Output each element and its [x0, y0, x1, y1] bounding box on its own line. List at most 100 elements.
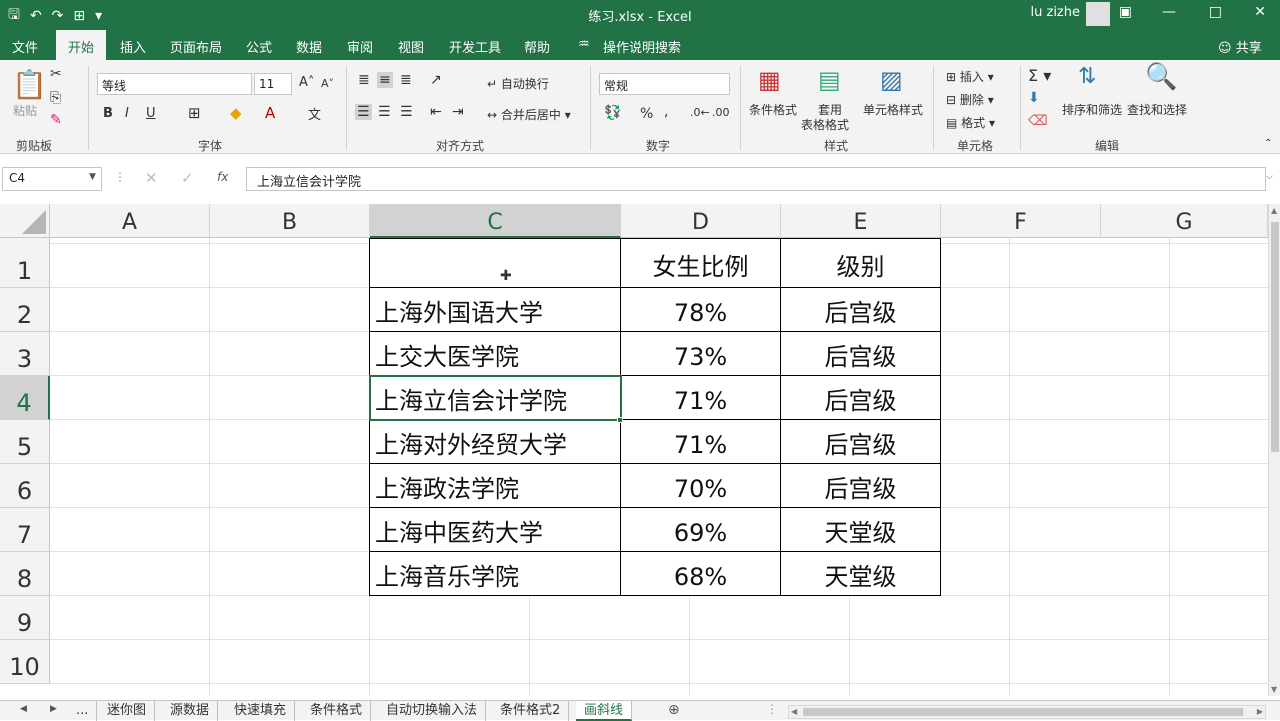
- sheet-tab-more[interactable]: ...: [68, 701, 98, 721]
- increase-decimal-icon[interactable]: .0←: [690, 106, 710, 119]
- cell-c6[interactable]: 上海政法学院: [369, 463, 621, 508]
- cell-e8[interactable]: 天堂级: [780, 551, 941, 596]
- fill-icon[interactable]: ⬇: [1028, 90, 1040, 106]
- tab-formulas[interactable]: 公式: [246, 37, 272, 56]
- cell-c4[interactable]: 上海立信会计学院: [369, 375, 621, 420]
- font-color-icon[interactable]: A: [265, 104, 275, 122]
- shrink-font-icon[interactable]: A˅: [321, 77, 334, 90]
- cell-d8[interactable]: 68%: [620, 551, 781, 596]
- find-select-button[interactable]: 查找和选择: [1127, 101, 1187, 118]
- column-header-c[interactable]: C: [370, 204, 621, 238]
- row-header-10[interactable]: 10: [0, 640, 50, 684]
- align-right-icon[interactable]: ☰: [400, 104, 413, 120]
- format-painter-icon[interactable]: ✎: [50, 112, 62, 128]
- next-sheet-icon[interactable]: ▶: [50, 704, 57, 714]
- paste-icon[interactable]: 📋: [12, 68, 47, 101]
- name-box[interactable]: C4: [2, 167, 102, 191]
- grow-font-icon[interactable]: A˄: [299, 75, 314, 90]
- tab-data[interactable]: 数据: [296, 37, 322, 56]
- align-center-icon[interactable]: ☰: [378, 104, 391, 120]
- row-header-4[interactable]: 4: [0, 376, 50, 420]
- tab-help[interactable]: 帮助: [524, 37, 550, 56]
- align-middle-icon[interactable]: ≡: [377, 72, 393, 88]
- cell-e4[interactable]: 后宫级: [780, 375, 941, 420]
- font-name-select[interactable]: 等线: [97, 73, 252, 95]
- row-header-6[interactable]: 6: [0, 464, 50, 508]
- decrease-decimal-icon[interactable]: .00: [712, 106, 730, 119]
- cancel-icon[interactable]: ✕: [145, 169, 158, 187]
- delete-cells-button[interactable]: ⊟ 删除 ▾: [946, 91, 994, 108]
- cell-d2[interactable]: 78%: [620, 287, 781, 332]
- font-size-select[interactable]: 11: [254, 73, 292, 95]
- number-format-select[interactable]: 常规: [599, 73, 730, 95]
- row-header-7[interactable]: 7: [0, 508, 50, 552]
- cell-e5[interactable]: 后宫级: [780, 419, 941, 464]
- sheet-tab[interactable]: 快速填充: [226, 701, 296, 721]
- phonetic-icon[interactable]: 文: [308, 104, 321, 123]
- share-button[interactable]: ☺ 共享: [1218, 37, 1262, 56]
- collapse-ribbon-icon[interactable]: ⌃: [1264, 138, 1272, 149]
- cell-c8[interactable]: 上海音乐学院: [369, 551, 621, 596]
- column-header-b[interactable]: B: [210, 204, 370, 238]
- ribbon-display-icon[interactable]: ▣: [1119, 4, 1132, 20]
- tab-home[interactable]: 开始: [56, 30, 107, 60]
- sort-filter-button[interactable]: 排序和筛选: [1062, 101, 1122, 118]
- row-header-1[interactable]: 1: [0, 238, 50, 288]
- tab-file[interactable]: 文件: [12, 37, 38, 56]
- column-header-f[interactable]: F: [941, 204, 1101, 238]
- user-name[interactable]: lu zizhe: [1031, 5, 1080, 20]
- fill-handle[interactable]: [617, 417, 623, 423]
- merge-center-button[interactable]: ↔ 合并后居中 ▾: [487, 106, 571, 123]
- cell-d7[interactable]: 69%: [620, 507, 781, 552]
- scroll-up-icon[interactable]: ▲: [1271, 206, 1277, 215]
- insert-function-button[interactable]: fx: [217, 170, 228, 184]
- cut-icon[interactable]: ✂: [50, 66, 62, 82]
- conditional-format-icon[interactable]: ▦: [758, 66, 781, 94]
- minimize-icon[interactable]: —: [1162, 4, 1176, 20]
- formula-input[interactable]: 上海立信会计学院: [246, 167, 1266, 191]
- name-box-dropdown-icon[interactable]: ▼: [89, 172, 96, 182]
- find-select-icon[interactable]: 🔍: [1145, 62, 1177, 92]
- fill-color-icon[interactable]: ◆: [230, 104, 242, 122]
- sheet-tab[interactable]: 迷你图: [99, 701, 156, 721]
- cell-d5[interactable]: 71%: [620, 419, 781, 464]
- format-cells-button[interactable]: ▤ 格式 ▾: [946, 114, 995, 131]
- cell-c1[interactable]: [369, 238, 621, 288]
- decrease-indent-icon[interactable]: ⇤: [430, 104, 442, 120]
- horizontal-scrollbar[interactable]: ◀ ▶: [788, 705, 1266, 719]
- tab-page-layout[interactable]: 页面布局: [170, 37, 222, 56]
- clear-icon[interactable]: ⌫: [1028, 113, 1048, 129]
- row-header-8[interactable]: 8: [0, 552, 50, 596]
- scroll-right-icon[interactable]: ▶: [1257, 707, 1263, 716]
- row-header-5[interactable]: 5: [0, 420, 50, 464]
- cell-e6[interactable]: 后宫级: [780, 463, 941, 508]
- format-as-table-icon[interactable]: ▤: [818, 66, 841, 94]
- wrap-text-button[interactable]: ↵ 自动换行: [487, 75, 549, 92]
- increase-indent-icon[interactable]: ⇥: [452, 104, 464, 120]
- close-icon[interactable]: ✕: [1254, 4, 1266, 20]
- conditional-format-button[interactable]: 条件格式: [749, 101, 797, 118]
- italic-button[interactable]: I: [125, 106, 129, 121]
- horizontal-scroll-thumb[interactable]: [803, 708, 1243, 716]
- sheet-tab[interactable]: 自动切换输入法: [378, 701, 487, 721]
- cell-e2[interactable]: 后宫级: [780, 287, 941, 332]
- vertical-scrollbar[interactable]: ▲ ▼: [1268, 204, 1280, 696]
- row-header-3[interactable]: 3: [0, 332, 50, 376]
- cell-c5[interactable]: 上海对外经贸大学: [369, 419, 621, 464]
- paste-label[interactable]: 粘贴: [13, 102, 37, 119]
- column-header-d[interactable]: D: [621, 204, 781, 238]
- cell-styles-icon[interactable]: ▨: [880, 66, 903, 94]
- select-all-button[interactable]: [0, 204, 50, 238]
- autosum-icon[interactable]: Σ ▾: [1028, 66, 1051, 85]
- prev-sheet-icon[interactable]: ◀: [20, 704, 27, 714]
- maximize-icon[interactable]: □: [1209, 4, 1222, 20]
- column-header-a[interactable]: A: [50, 204, 210, 238]
- column-header-e[interactable]: E: [781, 204, 941, 238]
- add-sheet-icon[interactable]: ⊕: [668, 702, 680, 718]
- cell-c2[interactable]: 上海外国语大学: [369, 287, 621, 332]
- sheet-tab-active[interactable]: 画斜线: [576, 701, 633, 721]
- scroll-down-icon[interactable]: ▼: [1271, 685, 1277, 694]
- currency-icon[interactable]: 💱: [604, 105, 621, 121]
- enter-icon[interactable]: ✓: [181, 169, 194, 187]
- tab-view[interactable]: 视图: [398, 37, 424, 56]
